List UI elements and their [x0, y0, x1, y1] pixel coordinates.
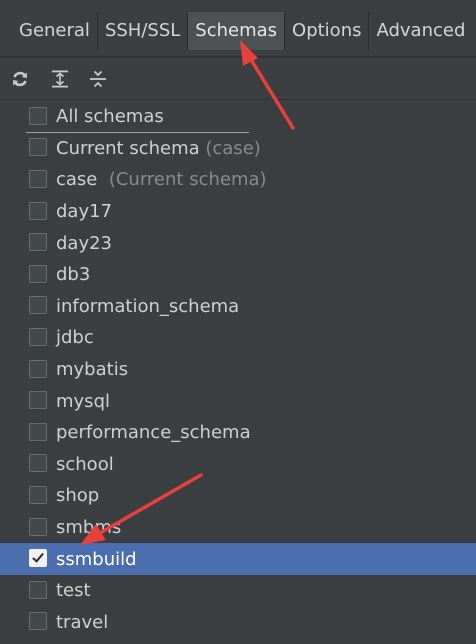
schema-label: performance_schema — [56, 422, 251, 444]
checkbox[interactable] — [29, 138, 47, 157]
schema-row-school[interactable]: school — [0, 449, 476, 481]
schema-row-current[interactable]: Current schema (case) — [0, 133, 476, 165]
schema-row-shop[interactable]: shop — [0, 480, 476, 512]
checkbox[interactable] — [29, 264, 47, 283]
schema-label: test — [56, 580, 91, 602]
schema-label: mybatis — [56, 359, 129, 381]
refresh-icon[interactable] — [9, 68, 31, 90]
schemas-toolbar — [0, 58, 476, 100]
checkbox[interactable] — [29, 391, 47, 410]
schema-label: All schemas — [56, 106, 164, 128]
schema-row-jdbc[interactable]: jdbc — [0, 322, 476, 354]
tab-schemas[interactable]: Schemas — [187, 12, 285, 50]
checkbox[interactable] — [29, 296, 47, 315]
schema-row-mybatis[interactable]: mybatis — [0, 354, 476, 386]
schema-label: smbms — [56, 517, 122, 539]
checkbox[interactable] — [29, 485, 47, 504]
checkbox[interactable] — [29, 517, 47, 536]
schema-row-ssmbuild[interactable]: ssmbuild — [0, 543, 476, 575]
schemas-panel: General SSH/SSL Schemas Options Advanced — [0, 0, 476, 644]
schema-row-travel[interactable]: travel — [0, 607, 476, 639]
schema-label: travel — [56, 611, 109, 633]
checkbox[interactable] — [29, 169, 47, 188]
schema-row-db3[interactable]: db3 — [0, 259, 476, 291]
checkbox[interactable] — [29, 233, 47, 252]
schema-label: school — [56, 453, 114, 475]
schema-row-day17[interactable]: day17 — [0, 196, 476, 228]
schema-row-information-schema[interactable]: information_schema — [0, 291, 476, 323]
schema-row-day23[interactable]: day23 — [0, 227, 476, 259]
checkbox[interactable] — [29, 580, 47, 599]
checkbox[interactable] — [29, 201, 47, 220]
schema-row-test[interactable]: test — [0, 575, 476, 607]
schema-label: db3 — [56, 264, 91, 286]
checkbox[interactable] — [29, 422, 47, 441]
checkbox[interactable] — [29, 106, 47, 125]
schema-row-all[interactable]: All schemas — [0, 101, 476, 133]
expand-all-icon[interactable] — [49, 68, 71, 90]
schema-label: ssmbuild — [56, 548, 137, 570]
schema-label: information_schema — [56, 295, 240, 317]
schema-row-case[interactable]: case (Current schema) — [0, 164, 476, 196]
checkbox[interactable] — [29, 359, 47, 378]
tab-bar: General SSH/SSL Schemas Options Advanced — [0, 0, 476, 58]
schema-label: day17 — [56, 201, 113, 223]
schema-row-smbms[interactable]: smbms — [0, 512, 476, 544]
schema-label: shop — [56, 485, 100, 507]
schema-label: day23 — [56, 232, 113, 254]
schema-hint: (Current schema) — [108, 169, 267, 191]
tab-options[interactable]: Options — [284, 12, 369, 50]
schema-row-performance-schema[interactable]: performance_schema — [0, 417, 476, 449]
schema-hint: (case) — [205, 137, 261, 159]
tab-advanced[interactable]: Advanced — [368, 12, 473, 50]
tab-ssh-ssl[interactable]: SSH/SSL — [96, 12, 188, 50]
schema-row-mysql[interactable]: mysql — [0, 385, 476, 417]
checkbox[interactable] — [29, 612, 47, 631]
collapse-all-icon[interactable] — [87, 68, 109, 90]
checkbox[interactable] — [29, 454, 47, 473]
checkbox[interactable] — [29, 327, 47, 346]
schema-label: Current schema (case) — [56, 137, 261, 159]
schema-label: mysql — [56, 390, 110, 412]
schema-label: case (Current schema) — [56, 169, 267, 191]
checkbox-checked[interactable] — [29, 549, 47, 568]
tab-list: General SSH/SSL Schemas Options Advanced — [12, 12, 473, 50]
schema-label: jdbc — [56, 327, 94, 349]
tab-general[interactable]: General — [12, 12, 97, 50]
schema-list: All schemas Current schema (case) case (… — [0, 101, 476, 638]
